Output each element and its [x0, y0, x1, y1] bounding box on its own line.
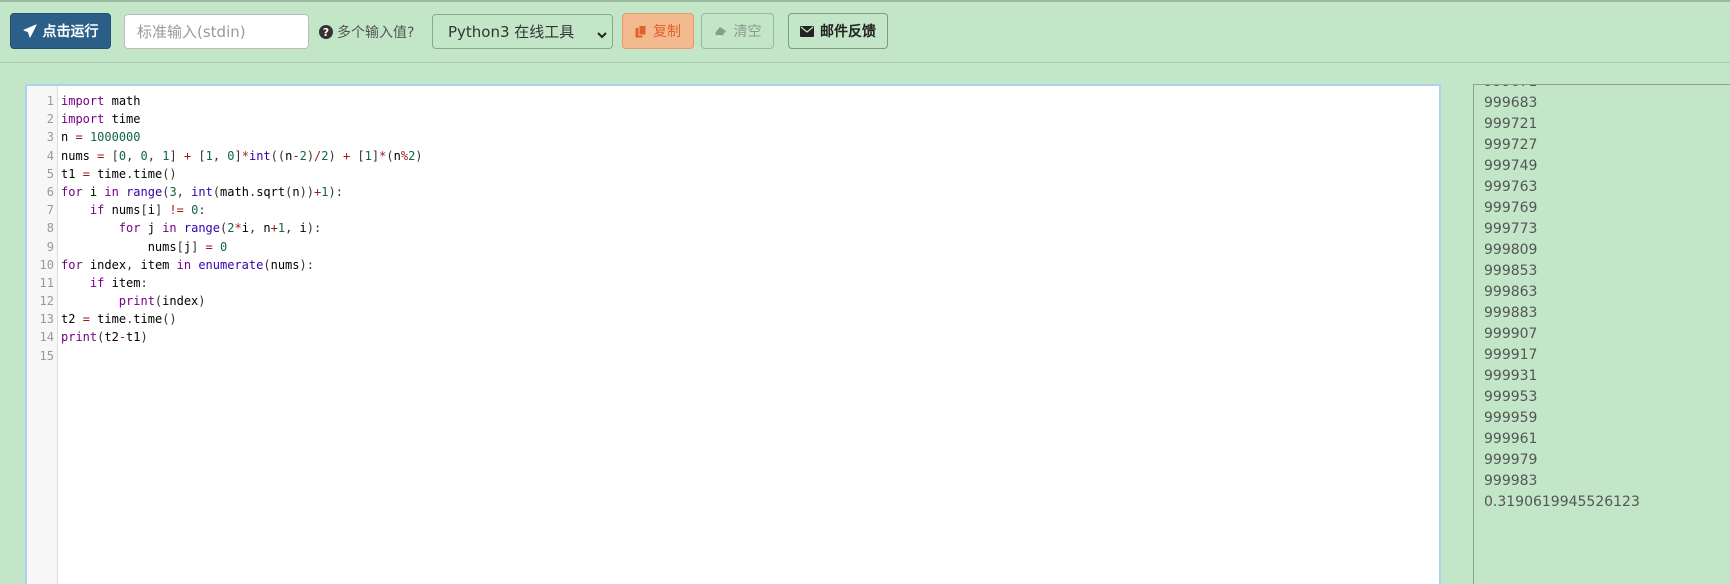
clear-button[interactable]: 清空: [701, 13, 774, 49]
code-line: 12 print(index): [27, 292, 1439, 310]
line-number: 2: [46, 112, 54, 127]
clear-button-label: 清空: [733, 24, 762, 40]
code-line: 9 nums[j] = 0: [27, 238, 1439, 256]
code-line: 6 for i in range(3, int(math.sqrt(n))+1):: [27, 183, 1439, 201]
line-number: 14: [39, 330, 54, 345]
output-line: 999983: [1484, 473, 1538, 489]
output-line: 999749: [1484, 158, 1538, 174]
line-number: 12: [39, 294, 54, 309]
output-line: 999809: [1484, 242, 1538, 258]
output-line: 999727: [1484, 137, 1538, 153]
code-line: 2 import time: [27, 110, 1439, 128]
line-number: 6: [46, 184, 54, 199]
feedback-button[interactable]: 邮件反馈: [788, 13, 888, 49]
question-circle-icon: ?: [319, 25, 333, 39]
output-line: 999721: [1484, 116, 1538, 132]
code-line: 15: [27, 347, 1439, 365]
language-selected-value: Python3 在线工具: [448, 23, 575, 41]
code-line: 1 import math: [27, 92, 1439, 110]
output-line: 999907: [1484, 326, 1538, 342]
output-line: 999953: [1484, 389, 1538, 405]
output-line: 999961: [1484, 431, 1538, 447]
line-number: 8: [46, 221, 54, 236]
stdin-input[interactable]: [124, 14, 309, 49]
output-line: 999883: [1484, 305, 1538, 321]
line-number: 7: [46, 203, 54, 218]
multi-input-help[interactable]: ? 多个输入值?: [319, 22, 414, 42]
code-line: 7 if nums[i] != 0:: [27, 201, 1439, 219]
eraser-icon: [714, 25, 728, 37]
code-line: 14 print(t2-t1): [27, 328, 1439, 346]
run-button[interactable]: 点击运行: [10, 13, 111, 49]
line-number: 15: [39, 348, 54, 363]
code-line: 5 t1 = time.time(): [27, 165, 1439, 183]
line-number: 3: [46, 130, 54, 145]
output-line: 999671: [1484, 85, 1640, 93]
code-line: 13 t2 = time.time(): [27, 310, 1439, 328]
code-editor[interactable]: 1 import math 2 import time 3n = 1000000 4…: [25, 84, 1441, 584]
line-number: 11: [39, 275, 54, 290]
chevron-down-icon: [596, 27, 608, 45]
envelope-icon: [800, 25, 814, 37]
output-line: 999763: [1484, 179, 1538, 195]
code-line: 10 for index, item in enumerate(nums):: [27, 256, 1439, 274]
output-line: 999931: [1484, 368, 1538, 384]
line-number: 5: [46, 166, 54, 181]
output-line: 999959: [1484, 410, 1538, 426]
output-line: 999683: [1484, 95, 1538, 111]
feedback-button-label: 邮件反馈: [820, 24, 876, 40]
output-line: 999979: [1484, 452, 1538, 468]
output-line: 999769: [1484, 200, 1538, 216]
output-line: 999917: [1484, 347, 1538, 363]
line-number: 13: [39, 312, 54, 327]
code-line: 8 for j in range(2*i, n+1, i):: [27, 219, 1439, 237]
copy-button-label: 复制: [653, 24, 681, 40]
code-line: 4 nums = [0, 0, 1] + [1, 0]*int((n-2)/2) …: [27, 147, 1439, 165]
multi-input-label: 多个输入值?: [337, 25, 415, 41]
line-number: 4: [46, 148, 54, 163]
line-number: 1: [46, 94, 54, 108]
output-lines: 999671 999683 999721 999727 999749 99976…: [1484, 85, 1640, 513]
send-icon: [22, 24, 37, 38]
run-button-label: 点击运行: [42, 24, 99, 40]
code-line: 3n = 1000000: [27, 128, 1439, 146]
output-line: 999863: [1484, 284, 1538, 300]
toolbar-divider: [0, 62, 1730, 63]
line-number: 9: [46, 239, 54, 254]
copy-button[interactable]: 复制: [622, 13, 694, 49]
output-line: 999773: [1484, 221, 1538, 237]
output-line: 0.3190619945526123: [1484, 494, 1640, 510]
output-line: 999853: [1484, 263, 1538, 279]
line-number: 10: [39, 257, 54, 272]
code-lines: 1 import math 2 import time 3n = 1000000 4…: [27, 92, 1439, 365]
copy-icon: [635, 24, 647, 38]
code-line: 11 if item:: [27, 274, 1439, 292]
language-select[interactable]: Python3 在线工具: [432, 14, 613, 49]
output-panel[interactable]: 999671 999683 999721 999727 999749 99976…: [1473, 84, 1730, 584]
